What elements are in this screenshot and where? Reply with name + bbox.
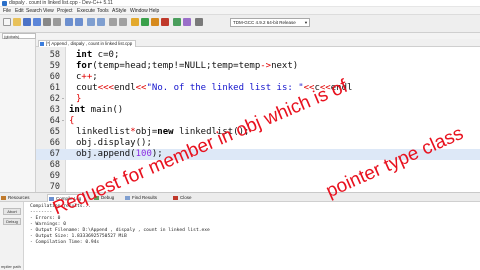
run-icon[interactable] (141, 18, 149, 26)
menu-search[interactable]: Search (26, 7, 42, 15)
tab-find-results-label: Find Results (132, 195, 158, 200)
indent-icon[interactable] (109, 18, 117, 26)
menu-file[interactable]: File (3, 7, 11, 15)
project-options-icon[interactable] (195, 18, 203, 26)
menu-astyle[interactable]: AStyle (112, 7, 126, 15)
menu-help[interactable]: Help (149, 7, 159, 15)
code-line: 60 c++; (36, 72, 480, 83)
line-number: 60 (49, 72, 60, 82)
code-line: 61 cout<<<endl<<"No. of the linked list … (36, 83, 480, 94)
menu-window[interactable]: Window (130, 7, 148, 15)
code-line-text: for(temp=head;temp!=NULL;temp=temp->next… (76, 61, 299, 71)
close-icon (173, 196, 178, 200)
devcpp-app-icon (2, 1, 7, 6)
save-all-icon[interactable] (33, 18, 41, 26)
line-number: 66 (49, 138, 60, 148)
code-line-text: obj.display(); (76, 138, 152, 148)
cpp-file-icon (40, 42, 44, 46)
code-line-text: int main() (69, 105, 124, 115)
editor-tab[interactable]: [*] Append , dispaly , count in linked l… (38, 40, 137, 47)
rebuild-icon[interactable] (161, 18, 169, 26)
debug-button[interactable]: Debug (3, 218, 21, 225)
new-file-icon[interactable] (3, 18, 11, 26)
log-line: - Compilation Time: 0.94s (30, 240, 100, 245)
chevron-down-icon: ▼ (304, 20, 308, 25)
tab-resources-label: Resources (8, 195, 30, 200)
tab-close[interactable]: Close (172, 194, 195, 202)
window-title: dispaly . count in linked list.cpp - Dev… (9, 0, 113, 6)
line-number: 70 (49, 182, 60, 192)
code-line-text: } (76, 94, 82, 104)
line-number: 68 (49, 160, 60, 170)
find-results-icon (125, 196, 130, 200)
line-number: 62 (49, 94, 60, 104)
editor-tab-label: [*] Append , dispaly , count in linked l… (46, 41, 133, 46)
resources-icon (1, 196, 6, 200)
close-file-icon[interactable] (43, 18, 51, 26)
editor-tab-bar: [*] Append , dispaly , count in linked l… (36, 39, 480, 47)
code-line-text: int c=0; (76, 50, 120, 60)
code-line-text: c++; (76, 72, 98, 82)
compile-log-output[interactable]: Compilation results... -------- - Errors… (30, 204, 470, 246)
code-line: 58 int c=0; (36, 50, 480, 61)
debug-icon[interactable] (173, 18, 181, 26)
replace-icon[interactable] (97, 18, 105, 26)
search-icon[interactable] (87, 18, 95, 26)
tab-find-results[interactable]: Find Results (124, 194, 160, 202)
menu-edit[interactable]: Edit (15, 7, 24, 15)
menu-execute[interactable]: Execute (77, 7, 95, 15)
menu-view[interactable]: View (43, 7, 54, 15)
line-number: 63 (49, 105, 60, 115)
line-number: 64 (49, 116, 60, 126)
fold-marker-icon[interactable]: - (62, 116, 64, 127)
line-number: 61 (49, 83, 60, 93)
unindent-icon[interactable] (119, 18, 127, 26)
code-line: 59 for(temp=head;temp!=NULL;temp=temp->n… (36, 61, 480, 72)
tab-close-label: Close (180, 195, 192, 200)
line-number: 65 (49, 127, 60, 137)
compiler-select-value: TDM-GCC 4.9.2 64-bit Release (233, 20, 296, 25)
redo-icon[interactable] (75, 18, 83, 26)
profile-icon[interactable] (183, 18, 191, 26)
compile-run-icon[interactable] (151, 18, 159, 26)
compiler-select[interactable]: TDM-GCC 4.9.2 64-bit Release ▼ (230, 18, 310, 27)
line-number: 69 (49, 171, 60, 181)
tab-resources[interactable]: Resources (0, 194, 33, 202)
save-icon[interactable] (23, 18, 31, 26)
fold-marker-icon[interactable]: - (62, 94, 64, 105)
compiler-path-label: mpiler path (1, 264, 21, 269)
abort-button[interactable]: Abort (3, 208, 21, 215)
open-folder-icon[interactable] (13, 18, 21, 26)
compile-side-strip: Abort Debug mpiler path (0, 202, 24, 270)
menu-project[interactable]: Project (57, 7, 73, 15)
menu-tools[interactable]: Tools (97, 7, 109, 15)
undo-icon[interactable] (65, 18, 73, 26)
line-number: 58 (49, 50, 60, 60)
line-number: 59 (49, 61, 60, 71)
project-panel[interactable] (0, 39, 36, 192)
line-number: 67 (49, 149, 60, 159)
title-bar: dispaly . count in linked list.cpp - Dev… (0, 0, 480, 7)
menu-bar: File Edit Search View Project Execute To… (0, 7, 480, 15)
compile-icon[interactable] (131, 18, 139, 26)
code-line-text: { (69, 116, 75, 126)
toolbar: TDM-GCC 4.9.2 64-bit Release ▼ (0, 15, 480, 33)
print-icon[interactable] (53, 18, 61, 26)
code-line: 62 - } (36, 94, 480, 105)
